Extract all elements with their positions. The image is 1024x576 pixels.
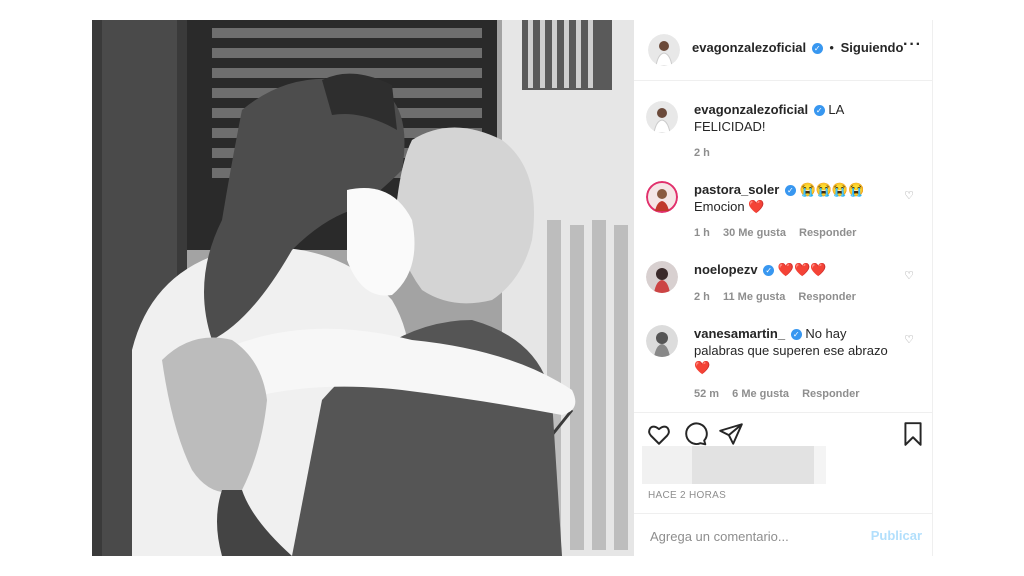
blurred-likes-avatar [642, 446, 692, 484]
caption-username[interactable]: evagonzalezoficial [694, 102, 808, 117]
following-button[interactable]: Siguiendo [841, 40, 904, 55]
post-photo-image [92, 20, 634, 556]
comment-item: pastora_soler ✓ 😭😭😭😭 Emocion ❤️ 1 h 30 M… [634, 181, 932, 251]
commenter-avatar[interactable] [646, 181, 678, 213]
verified-icon: ✓ [790, 329, 802, 340]
verified-icon: ✓ [763, 265, 775, 276]
comment-username[interactable]: noelopezv [694, 262, 758, 277]
comment-time[interactable]: 1 h [694, 227, 710, 239]
comment-meta: 1 h 30 Me gusta Responder [694, 227, 866, 239]
comment-username[interactable]: pastora_soler [694, 182, 779, 197]
comment-body: noelopezv ✓ ❤️❤️❤️ [694, 261, 894, 278]
post-photo[interactable] [92, 20, 634, 556]
comment-like-icon[interactable]: ♡ [904, 269, 914, 282]
comment-body: pastora_soler ✓ 😭😭😭😭 Emocion ❤️ [694, 181, 894, 215]
comment-text: ❤️❤️❤️ [777, 262, 827, 277]
comment-time[interactable]: 52 m [694, 388, 719, 400]
comment-input[interactable] [648, 524, 852, 548]
caption-time[interactable]: 2 h [694, 147, 710, 159]
author-avatar-caption[interactable] [646, 101, 678, 133]
commenter-avatar[interactable] [646, 261, 678, 293]
verified-icon: ✓ [811, 43, 823, 54]
comment-likes[interactable]: 6 Me gusta [732, 388, 789, 400]
comment-item: noelopezv ✓ ❤️❤️❤️ 2 h 11 Me gusta Respo… [634, 261, 932, 321]
author-line: evagonzalezoficial ✓ • Siguiendo [692, 40, 903, 55]
comment-time[interactable]: 2 h [694, 291, 710, 303]
comment-like-icon[interactable]: ♡ [904, 333, 914, 346]
comment-meta: 52 m 6 Me gusta Responder [694, 388, 870, 400]
publish-button[interactable]: Publicar [871, 528, 922, 543]
comments-list: evagonzalezoficial ✓ LA FELICIDAD! 2 h p… [634, 81, 932, 411]
comment-body: vanesamartin_ ✓ No hay palabras que supe… [694, 325, 894, 376]
verified-icon: ✓ [813, 105, 825, 116]
comment-likes[interactable]: 30 Me gusta [723, 227, 786, 239]
comment-like-icon[interactable]: ♡ [904, 189, 914, 202]
reply-button[interactable]: Responder [799, 227, 856, 239]
caption: evagonzalezoficial ✓ LA FELICIDAD! 2 h [634, 101, 932, 171]
post-timestamp[interactable]: HACE 2 HORAS [648, 490, 726, 501]
separator-dot: • [829, 40, 834, 55]
comment-meta: 2 h 11 Me gusta Responder [694, 291, 866, 303]
author-avatar[interactable] [648, 34, 680, 66]
commenter-avatar[interactable] [646, 325, 678, 357]
comment-username[interactable]: vanesamartin_ [694, 326, 785, 341]
post-side-panel: evagonzalezoficial ✓ • Siguiendo ··· eva… [634, 20, 933, 556]
caption-meta: 2 h [694, 147, 720, 159]
reply-button[interactable]: Responder [802, 388, 859, 400]
post-header: evagonzalezoficial ✓ • Siguiendo ··· [634, 20, 932, 81]
author-username[interactable]: evagonzalezoficial [692, 40, 806, 55]
blurred-likes-text [692, 446, 814, 484]
verified-icon: ✓ [784, 185, 796, 196]
comment-likes[interactable]: 11 Me gusta [723, 291, 785, 303]
likes-summary [634, 444, 932, 488]
caption-body: evagonzalezoficial ✓ LA FELICIDAD! [694, 101, 894, 135]
comment-composer: Publicar [634, 513, 932, 557]
more-options-icon[interactable]: ··· [903, 36, 922, 54]
comment-item: vanesamartin_ ✓ No hay palabras que supe… [634, 325, 932, 405]
reply-button[interactable]: Responder [798, 291, 855, 303]
blurred-likes-edge [814, 446, 826, 484]
